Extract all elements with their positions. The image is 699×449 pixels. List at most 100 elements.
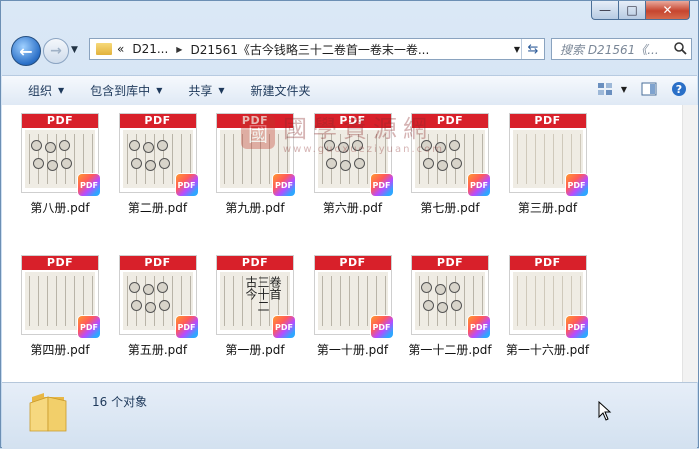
include-in-library-menu[interactable]: 包含到库中 ▼ <box>90 82 162 99</box>
pdf-app-icon: PDF <box>565 316 588 338</box>
file-name: 第六册.pdf <box>322 201 383 215</box>
search-box[interactable]: 搜索 D21561《... <box>551 38 692 60</box>
share-label: 共享 <box>188 84 213 98</box>
pdf-thumbnail: PDF PDF <box>313 255 393 338</box>
pdf-thumbnail: PDF PDF <box>411 113 490 196</box>
pdf-app-icon: PDF <box>370 316 393 338</box>
command-bar: 组织 ▼ 包含到库中 ▼ 共享 ▼ 新建文件夹 ▼ ? <box>2 75 697 106</box>
explorer-window: — □ ✕ ← → ▼ « D21... ▶ D21561《古今钱略三十二卷首一… <box>0 0 699 449</box>
pdf-app-icon: PDF <box>468 174 490 196</box>
organize-menu[interactable]: 组织 ▼ <box>28 82 64 99</box>
item-count: 16 个对象 <box>92 395 148 409</box>
pdf-app-icon: PDF <box>370 174 393 196</box>
pdf-app-icon: PDF <box>175 174 198 196</box>
caption-buttons: — □ ✕ <box>591 1 690 20</box>
share-menu[interactable]: 共享 ▼ <box>188 82 224 99</box>
pdf-band: PDF <box>412 114 488 128</box>
pdf-band: PDF <box>314 256 391 270</box>
file-item[interactable]: PDF 古今 三十二 卷首 PDF 第一册.pdf <box>207 255 303 358</box>
search-icon[interactable] <box>673 41 687 55</box>
chevron-down-icon: ▼ <box>218 86 225 95</box>
pdf-thumbnail: PDF PDF <box>411 255 490 338</box>
pdf-thumbnail: PDF PDF <box>118 255 198 338</box>
address-segment-current[interactable]: D21561《古今钱略三十二卷首一卷末一卷... <box>190 41 429 58</box>
address-dropdown[interactable]: ▼ <box>514 45 520 54</box>
view-controls: ▼ ? <box>585 80 689 98</box>
minimize-button[interactable]: — <box>591 1 618 20</box>
pdf-thumbnail: PDF PDF <box>216 113 295 196</box>
navigation-bar: ← → ▼ « D21... ▶ D21561《古今钱略三十二卷首一卷末一卷..… <box>7 35 692 67</box>
file-name: 第二册.pdf <box>127 201 188 215</box>
details-pane: 16 个对象 <box>2 382 697 449</box>
new-folder-label: 新建文件夹 <box>250 84 311 98</box>
pdf-band: PDF <box>509 256 586 270</box>
pdf-thumbnail: PDF PDF <box>508 255 588 338</box>
pdf-band: PDF <box>217 256 293 270</box>
page-title-char: 卷首 <box>268 276 282 300</box>
vertical-scrollbar[interactable] <box>682 105 698 382</box>
file-name: 第一十册.pdf <box>316 343 389 357</box>
pdf-band: PDF <box>22 114 98 128</box>
chevron-right-icon[interactable]: ▶ <box>176 45 182 54</box>
pdf-thumbnail: PDF PDF <box>508 113 588 196</box>
pdf-thumbnail: PDF 古今 三十二 卷首 PDF <box>216 255 295 338</box>
preview-pane-icon[interactable] <box>639 80 659 98</box>
refresh-icon[interactable]: ⇆ <box>521 39 544 59</box>
forward-button[interactable]: → <box>43 38 69 64</box>
file-item[interactable]: PDF PDF 第九册.pdf <box>207 113 303 216</box>
help-icon[interactable]: ? <box>669 80 689 98</box>
file-name: 第一册.pdf <box>225 343 285 357</box>
chevron-down-icon: ▼ <box>58 86 65 95</box>
pdf-band: PDF <box>119 256 196 270</box>
address-overflow[interactable]: « <box>117 42 124 56</box>
pdf-app-icon: PDF <box>468 316 490 338</box>
file-item[interactable]: PDF PDF 第二册.pdf <box>110 113 206 216</box>
folder-icon <box>96 43 112 55</box>
search-input[interactable]: 搜索 D21561《... <box>560 41 668 58</box>
svg-text:?: ? <box>676 83 682 96</box>
address-segment-parent[interactable]: D21... <box>132 42 168 56</box>
recent-pages-dropdown[interactable]: ▼ <box>71 45 78 55</box>
pdf-band: PDF <box>217 114 293 128</box>
file-name: 第五册.pdf <box>127 343 188 357</box>
pdf-thumbnail: PDF PDF <box>21 113 100 196</box>
file-item[interactable]: PDF PDF 第六册.pdf <box>305 113 401 216</box>
file-name: 第九册.pdf <box>225 201 285 215</box>
file-item[interactable]: PDF PDF 第一十六册.pdf <box>500 255 596 358</box>
pdf-band: PDF <box>119 114 196 128</box>
maximize-button[interactable]: □ <box>618 1 645 20</box>
address-bar[interactable]: « D21... ▶ D21561《古今钱略三十二卷首一卷末一卷... ▼ ⇆ <box>89 38 545 60</box>
pdf-band: PDF <box>22 256 98 270</box>
file-item[interactable]: PDF PDF 第四册.pdf <box>12 255 108 358</box>
new-folder-button[interactable]: 新建文件夹 <box>251 82 311 99</box>
file-item[interactable]: PDF PDF 第一十二册.pdf <box>402 255 498 358</box>
pdf-band: PDF <box>509 114 586 128</box>
organize-label: 组织 <box>28 84 53 98</box>
file-item[interactable]: PDF PDF 第三册.pdf <box>500 113 596 216</box>
pdf-thumbnail: PDF PDF <box>313 113 393 196</box>
pdf-app-icon: PDF <box>273 174 295 196</box>
pdf-app-icon: PDF <box>273 316 295 338</box>
file-name: 第七册.pdf <box>420 201 480 215</box>
file-item[interactable]: PDF PDF 第七册.pdf <box>402 113 498 216</box>
close-button[interactable]: ✕ <box>645 1 690 20</box>
file-item[interactable]: PDF PDF 第五册.pdf <box>110 255 206 358</box>
file-name: 第四册.pdf <box>30 343 90 357</box>
view-dropdown[interactable]: ▼ <box>619 80 629 98</box>
back-button[interactable]: ← <box>11 36 41 66</box>
file-item[interactable]: PDF PDF 第一十册.pdf <box>305 255 401 358</box>
pdf-app-icon: PDF <box>78 316 100 338</box>
file-name: 第一十六册.pdf <box>505 343 590 357</box>
pdf-app-icon: PDF <box>78 174 100 196</box>
change-view-icon[interactable] <box>595 80 615 98</box>
file-list[interactable]: PDF PDF 第八册.pdf PDF PDF 第二册.pdf PDF PDF 第九册.pdf P… <box>2 105 682 382</box>
pdf-app-icon: PDF <box>565 174 588 196</box>
file-item[interactable]: PDF PDF 第八册.pdf <box>12 113 108 216</box>
mouse-pointer-icon <box>598 401 612 421</box>
pdf-band: PDF <box>314 114 391 128</box>
pdf-thumbnail: PDF PDF <box>118 113 198 196</box>
pdf-app-icon: PDF <box>175 316 198 338</box>
pdf-thumbnail: PDF PDF <box>21 255 100 338</box>
pdf-band: PDF <box>412 256 488 270</box>
include-in-library-label: 包含到库中 <box>90 84 151 98</box>
